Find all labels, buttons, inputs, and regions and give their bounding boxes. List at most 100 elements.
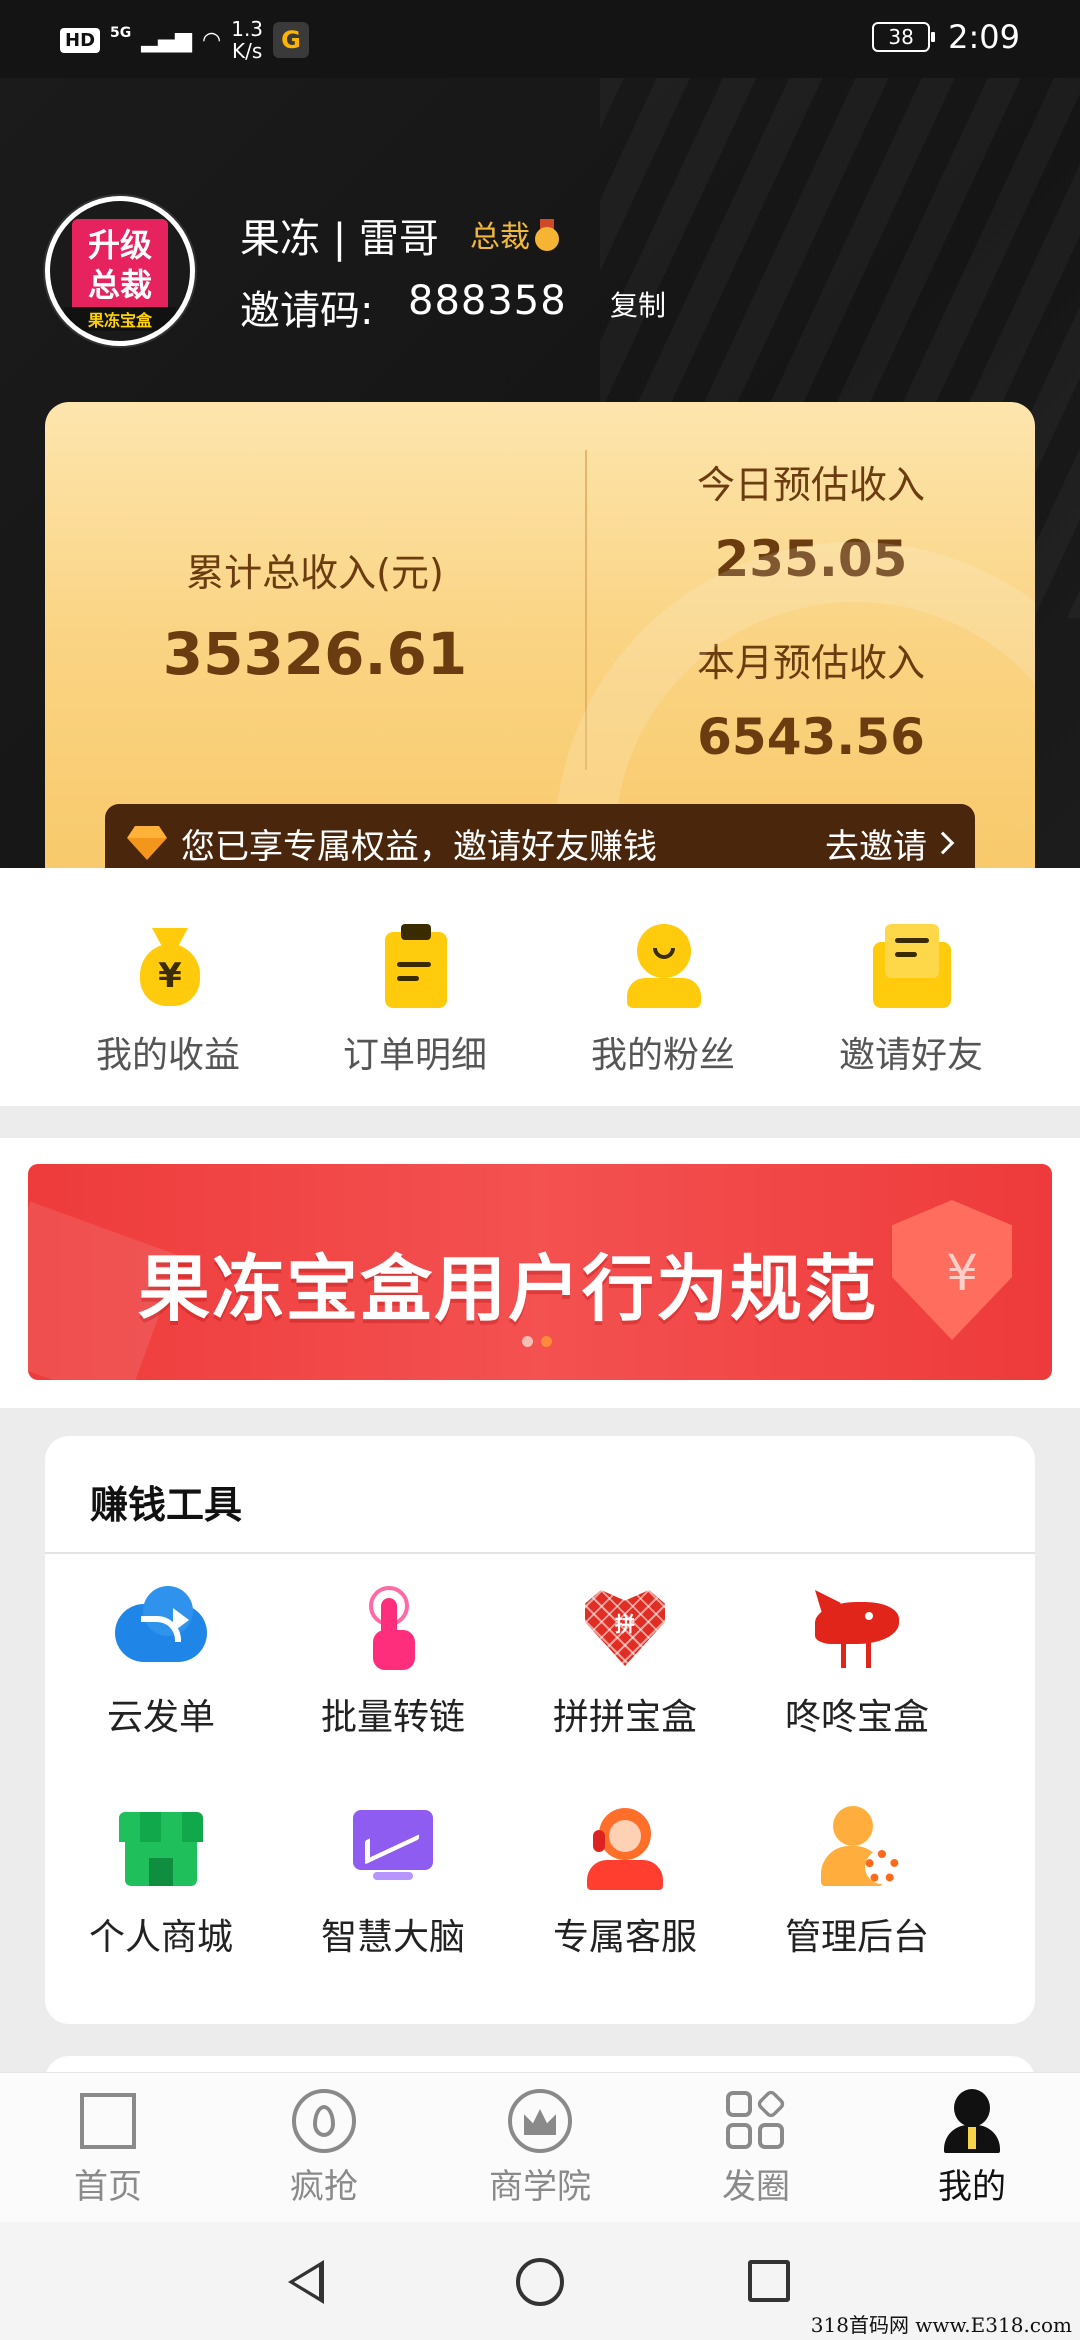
invite-banner[interactable]: 您已享专属权益，邀请好友赚钱 去邀请 (105, 804, 975, 868)
avatar-line2: 总裁 (87, 266, 152, 304)
watermark: 318首码网 www.E318.com (810, 2313, 1072, 2337)
quick-item-earnings[interactable]: 我的收益 (43, 922, 293, 1078)
grid-icon (724, 2088, 788, 2153)
total-income-label: 累计总收入(元) (186, 551, 444, 595)
tap-hand-icon (343, 1586, 443, 1670)
tools-title: 赚钱工具 (90, 1483, 243, 1527)
nav-academy[interactable]: 商学院 (432, 2089, 648, 2208)
carousel-dots (522, 1336, 552, 1347)
tool-label: 批量转链 (320, 1697, 465, 1738)
tool-label: 拼拼宝盒 (552, 1697, 697, 1738)
quick-item-label: 邀请好友 (838, 1035, 983, 1076)
quick-item-label: 我的粉丝 (590, 1035, 735, 1076)
carousel-dot[interactable] (522, 1336, 533, 1347)
nav-label: 商学院 (489, 2167, 591, 2207)
pinduoduo-icon: 拼 (575, 1586, 675, 1670)
status-bar: HD 5G ▂▄▆ ◠ 1.3 K/s G 38 2:09 (0, 0, 1080, 78)
profile-header: 升级 总裁 果冻宝盒 果冻 | 雷哥 总裁 邀请码: 888358 复制 累计总… (0, 78, 1080, 868)
hd-icon: HD (60, 27, 101, 53)
invite-code-label: 邀请码: (240, 288, 374, 334)
nav-label: 我的 (938, 2167, 1006, 2207)
medal-icon (534, 219, 560, 251)
network-speed: 1.3 K/s (231, 18, 263, 62)
network-type: 5G (110, 25, 132, 41)
flame-icon (292, 2089, 356, 2153)
chevron-right-icon (931, 831, 955, 855)
today-income-label: 今日预估收入 (696, 463, 925, 507)
quick-item-label: 订单明细 (342, 1035, 487, 1076)
speed-unit: K/s (231, 39, 263, 63)
invite-button[interactable]: 去邀请 (825, 819, 955, 868)
money-bag-icon (128, 922, 208, 1008)
back-icon[interactable] (288, 2260, 324, 2304)
nav-label: 疯抢 (290, 2167, 358, 2207)
month-income-value: 6543.56 (697, 708, 925, 766)
tool-label: 云发单 (106, 1697, 215, 1738)
tools-card: 赚钱工具 云发单 批量转链 拼 拼拼宝盒 咚咚宝盒 个人商城 智慧大脑 专属客服… (45, 1436, 1035, 2024)
tool-shop[interactable]: 个人商城 (45, 1806, 277, 1960)
tool-smart-brain[interactable]: 智慧大脑 (277, 1806, 509, 1960)
banner-section: 果冻宝盒用户行为规范 ¥ (0, 1138, 1080, 1408)
clipboard-icon (375, 922, 455, 1008)
shop-icon (111, 1806, 211, 1890)
banner-title: 果冻宝盒用户行为规范 (138, 1247, 879, 1331)
profile-icon (940, 2089, 1004, 2153)
home-icon (76, 2089, 140, 2153)
tool-pinpin[interactable]: 拼 拼拼宝盒 (509, 1586, 741, 1740)
diamond-icon (127, 826, 167, 860)
avatar-line1: 升级 (87, 226, 152, 264)
nav-home[interactable]: 首页 (0, 2089, 216, 2208)
jd-dog-icon (807, 1586, 907, 1670)
invite-button-label: 去邀请 (825, 826, 927, 867)
invite-envelope-icon (871, 922, 951, 1008)
today-income-value: 235.05 (714, 530, 908, 588)
month-income-label: 本月预估收入 (696, 641, 925, 685)
fans-icon (623, 922, 703, 1008)
recents-icon[interactable] (748, 2260, 790, 2302)
income-card: 累计总收入(元) 35326.61 今日预估收入 235.05 本月预估收入 6… (45, 402, 1035, 868)
tool-customer-service[interactable]: 专属客服 (509, 1806, 741, 1960)
chart-screen-icon (343, 1806, 443, 1890)
admin-gear-icon (807, 1806, 907, 1890)
battery-icon: 38 (872, 22, 936, 52)
yuan-icon: ¥ (946, 1244, 978, 1302)
status-right: 38 2:09 (872, 18, 1020, 56)
promo-banner[interactable]: 果冻宝盒用户行为规范 ¥ (28, 1164, 1052, 1380)
copy-button[interactable]: 复制 (610, 284, 666, 324)
tool-label: 专属客服 (552, 1917, 697, 1958)
total-income-value: 35326.61 (162, 620, 468, 688)
quick-item-invite[interactable]: 邀请好友 (786, 922, 1036, 1078)
speed-value: 1.3 (231, 17, 264, 41)
tool-admin[interactable]: 管理后台 (741, 1806, 973, 1960)
home-button-icon[interactable] (516, 2258, 564, 2306)
tool-batch-link[interactable]: 批量转链 (277, 1586, 509, 1740)
nav-flash-sale[interactable]: 疯抢 (216, 2089, 432, 2208)
wifi-icon: ◠ (202, 27, 222, 53)
status-left: HD 5G ▂▄▆ ◠ 1.3 K/s G (60, 18, 310, 62)
quick-item-orders[interactable]: 订单明细 (290, 922, 540, 1078)
nav-label: 发圈 (722, 2167, 790, 2207)
tool-dongdong[interactable]: 咚咚宝盒 (741, 1586, 973, 1740)
carousel-dot-active[interactable] (541, 1336, 552, 1347)
nav-mine[interactable]: 我的 (864, 2089, 1080, 2208)
crown-icon (508, 2089, 572, 2153)
cloud-share-icon (111, 1586, 211, 1670)
app-notification-icon: G (273, 22, 310, 58)
tool-cloud-share[interactable]: 云发单 (45, 1586, 277, 1740)
nav-moments[interactable]: 发圈 (648, 2088, 864, 2208)
tool-label: 咚咚宝盒 (784, 1697, 929, 1738)
quick-item-fans[interactable]: 我的粉丝 (538, 922, 788, 1078)
user-rank-badge: 总裁 (470, 212, 560, 256)
bottom-nav: 首页 疯抢 商学院 发圈 我的 (0, 2072, 1080, 2222)
nav-label: 首页 (74, 2167, 142, 2207)
tool-label: 个人商城 (88, 1917, 233, 1958)
invite-banner-text: 您已享专属权益，邀请好友赚钱 (181, 826, 657, 867)
quick-item-label: 我的收益 (95, 1035, 240, 1076)
avatar-badge: 升级 总裁 (72, 219, 168, 315)
rank-label: 总裁 (470, 220, 530, 255)
avatar-sub: 果冻宝盒 (64, 307, 176, 331)
avatar[interactable]: 升级 总裁 果冻宝盒 (45, 196, 195, 346)
invite-code-value: 888358 (408, 278, 567, 324)
customer-service-icon (575, 1806, 675, 1890)
quick-menu: 我的收益 订单明细 我的粉丝 邀请好友 (0, 868, 1080, 1106)
